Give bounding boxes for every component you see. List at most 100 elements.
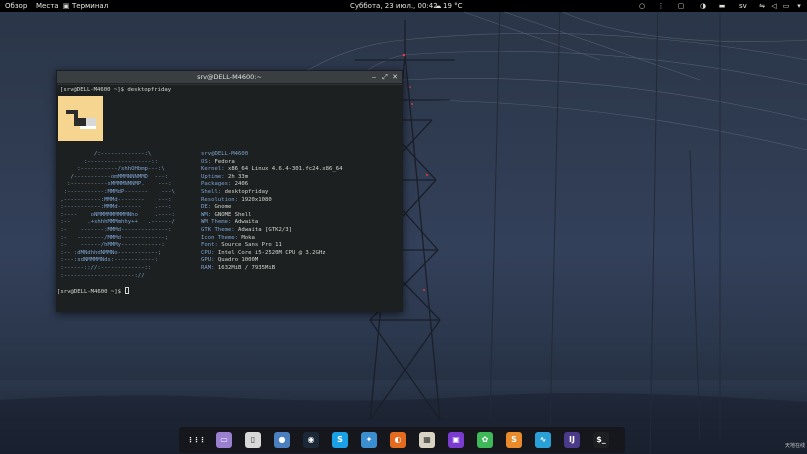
info-value: srv@DELL-M4600 — [201, 151, 249, 157]
info-line: RAM: 1632MiB / 7935MiB — [201, 265, 342, 273]
pie-icon[interactable]: ◑ — [699, 2, 707, 10]
chevron-down-icon[interactable]: ▾ — [795, 2, 803, 10]
app-menu[interactable]: Терминал — [72, 0, 108, 12]
pidgin-icon[interactable]: ● — [274, 432, 290, 448]
battery-icon[interactable]: ▭ — [782, 2, 790, 10]
ascii-line: :-----------sMMMMNMNMP. ---: — [57, 181, 172, 188]
info-key: RAM: — [201, 264, 215, 271]
ascii-line: /:-------------:\ — [57, 151, 152, 157]
info-line: Font: Source Sans Pro 11 — [201, 242, 342, 250]
ascii-line: :---- oNMMMMMMMMMNho .----: — [57, 211, 175, 218]
info-key: GTK Theme: — [201, 226, 235, 233]
record-icon[interactable]: ▢ — [677, 2, 685, 10]
terminal-content[interactable]: [srv@DELL-M4600 ~]$ desktopfriday /:----… — [57, 85, 402, 311]
places-menu[interactable]: Места — [36, 0, 59, 12]
ascii-line: :- ------/hMMMy------------: — [57, 242, 165, 249]
wallpaper-thumbnail — [58, 96, 103, 141]
watermark-text: 天地在线 — [784, 443, 805, 449]
dock: ⋮⋮⋮ ▭ ▯ ● ◉ S ✦ ◐ ▦ ▣ ✿ S ∿ IJ $_ — [179, 427, 625, 453]
info-value: 1920x1080 — [238, 196, 272, 203]
terminal-titlebar[interactable]: srv@DELL-M4600:~ ‒ ⤢ ✕ — [57, 71, 402, 84]
info-value: x86_64 Linux 4.6.4-301.fc24.x86_64 — [224, 166, 343, 173]
weather-temp[interactable]: 19 °C — [443, 0, 463, 12]
info-key: Icon Theme: — [201, 234, 239, 241]
info-key: Font: — [201, 242, 218, 249]
command-line: [srv@DELL-M4600 ~]$ desktopfriday — [60, 87, 172, 93]
info-value: GNOME Shell — [211, 211, 252, 218]
firefox-icon[interactable]: ◐ — [390, 432, 406, 448]
intellij-icon[interactable]: IJ — [564, 432, 580, 448]
terminal-window[interactable]: srv@DELL-M4600:~ ‒ ⤢ ✕ [srv@DELL-M4600 ~… — [56, 70, 403, 312]
info-line: Icon Theme: Moka — [201, 235, 342, 243]
info-key: Packages: — [201, 181, 232, 188]
info-key: GPU: — [201, 257, 215, 264]
info-value: Moka — [238, 234, 255, 241]
pinta-icon[interactable]: ▦ — [419, 432, 435, 448]
prompt-text: [srv@DELL-M4600 ~]$ — [57, 289, 125, 295]
activities-button[interactable]: Обзор — [5, 0, 27, 12]
network-icon[interactable]: ⇋ — [758, 2, 766, 10]
maximize-icon[interactable]: ⤢ — [380, 71, 390, 84]
ascii-line: :-----------/shhOHbmp---:\ — [57, 166, 165, 173]
ascii-line: :---------------------:// — [57, 272, 145, 279]
info-key: CPU: — [201, 249, 215, 256]
terminal-app-icon: ▣ — [62, 2, 70, 10]
info-line: Kernel: x86_64 Linux 4.6.4-301.fc24.x86_… — [201, 166, 342, 174]
terminal-title: srv@DELL-M4600:~ — [197, 73, 262, 81]
steam-icon[interactable]: ◉ — [303, 432, 319, 448]
info-value: Fedora — [211, 158, 235, 165]
terminal-icon[interactable]: $_ — [593, 432, 609, 448]
info-value: 2406 — [231, 181, 249, 188]
info-line: WM Theme: Adwaita — [201, 219, 342, 227]
display-icon[interactable]: ▬ — [718, 2, 726, 10]
indicator-circle-icon[interactable]: ○ — [638, 2, 646, 10]
minimize-icon[interactable]: ‒ — [369, 71, 379, 84]
ascii-line: :-----------:MMMdP------- ---\ — [57, 188, 175, 195]
app-grid-icon[interactable]: ⋮⋮⋮ — [187, 432, 206, 448]
close-icon[interactable]: ✕ — [390, 71, 400, 84]
image-viewer-icon[interactable]: ▣ — [448, 432, 464, 448]
menu-dots-icon[interactable]: ⋮ — [657, 2, 665, 10]
weather-icon: ☁ — [434, 2, 442, 10]
fedora-ascii-logo: /:-------------:\ :-------------------::… — [57, 151, 175, 280]
top-bar: Обзор Места ▣ Терминал Суббота, 23 июл.,… — [0, 0, 807, 12]
ascii-line: /-----------omMMMNNNMMD ---: — [57, 173, 169, 180]
ascii-line: :- --------/MMMd-------------; — [57, 234, 169, 241]
prompt-line[interactable]: [srv@DELL-M4600 ~]$ — [57, 287, 130, 295]
info-value: Gnome — [211, 204, 232, 211]
info-value: Adwaita [GTK2/3] — [234, 226, 292, 233]
info-line: WM: GNOME Shell — [201, 212, 342, 220]
monitor-icon[interactable]: ∿ — [535, 432, 551, 448]
document-icon[interactable]: ▯ — [245, 432, 261, 448]
info-key: Resolution: — [201, 196, 239, 203]
user-name[interactable]: sv — [739, 0, 747, 12]
system-info: srv@DELL-M4600 OS: Fedora Kernel: x86_64 L… — [201, 151, 342, 273]
text-cursor — [125, 287, 130, 294]
gimp-icon[interactable]: ✿ — [477, 432, 493, 448]
info-line: Uptime: 2h 33m — [201, 174, 342, 182]
ascii-line: :-------------------:: — [57, 158, 159, 165]
info-line: OS: Fedora — [201, 159, 342, 167]
ascii-line: :------:://:-------------:: — [57, 264, 152, 271]
files-icon[interactable]: ▭ — [216, 432, 232, 448]
info-key: WM: — [201, 211, 212, 218]
ascii-line: ,-----------:MMMd-------- ---: — [57, 196, 172, 203]
ascii-line: :-----------:MMMd------- .---: — [57, 204, 172, 211]
info-value: 2h 33m — [224, 173, 249, 180]
info-value: Source Sans Pro 11 — [217, 242, 282, 249]
info-line: Resolution: 1920x1080 — [201, 197, 342, 205]
info-value: desktopfriday — [221, 188, 269, 195]
info-line: srv@DELL-M4600 — [201, 151, 342, 159]
clock[interactable]: Суббота, 23 июл., 00:42 — [350, 0, 438, 12]
skype-icon[interactable]: S — [332, 432, 348, 448]
info-key: DE: — [201, 204, 212, 211]
ascii-line: :-- .+shhhMMMmhhy++ .------/ — [57, 219, 175, 226]
sublime-icon[interactable]: S — [506, 432, 522, 448]
info-value: 1632MiB / 7935MiB — [214, 264, 276, 271]
safari-compass-icon[interactable]: ✦ — [361, 432, 377, 448]
info-key: Uptime: — [201, 173, 225, 180]
info-value: Quadro 1000M — [214, 257, 259, 264]
volume-icon[interactable]: ◁ — [770, 2, 778, 10]
info-value: Adwaita — [231, 219, 259, 226]
info-value: Intel Core i5-2520M CPU @ 3.2GHz — [214, 249, 326, 256]
